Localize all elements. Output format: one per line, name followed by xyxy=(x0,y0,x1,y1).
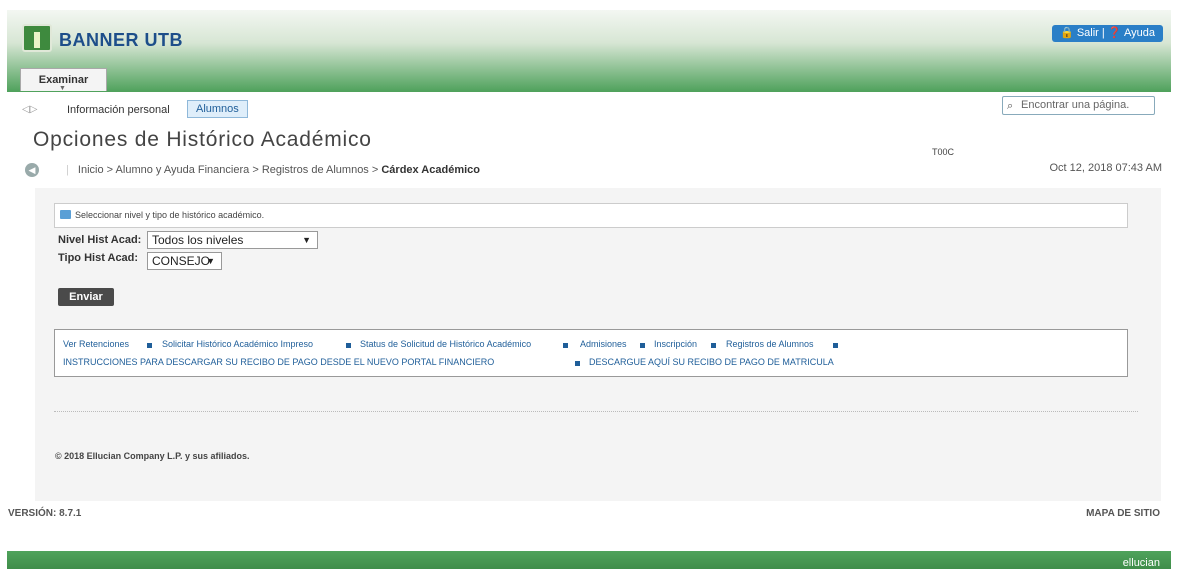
breadcrumb-inicio[interactable]: Inicio xyxy=(78,164,104,176)
user-id: T00C xyxy=(932,147,955,157)
bullet xyxy=(833,343,838,348)
bullet xyxy=(147,343,152,348)
ellucian-logo: ellucian xyxy=(1122,557,1160,569)
info-message: Seleccionar nivel y tipo de histórico ac… xyxy=(54,203,1128,228)
search-placeholder: Encontrar una página. xyxy=(1021,99,1130,111)
link-registros-alumnos[interactable]: Registros de Alumnos xyxy=(726,339,814,349)
tipo-label: Tipo Hist Acad: xyxy=(58,252,139,264)
page: BANNER UTB 🔒 Salir | ❓ Ayuda Examinar ▼ … xyxy=(0,0,1182,569)
header-bar: BANNER UTB 🔒 Salir | ❓ Ayuda Examinar ▼ xyxy=(7,10,1171,92)
nivel-label: Nivel Hist Acad: xyxy=(58,234,142,246)
content-divider xyxy=(54,411,1138,412)
bullet xyxy=(575,361,580,366)
info-icon xyxy=(60,210,71,219)
copyright: © 2018 Ellucian Company L.P. y sus afili… xyxy=(55,451,250,461)
chevron-down-icon: ▼ xyxy=(59,85,66,92)
brand-title: BANNER UTB xyxy=(59,30,183,50)
lock-icon: 🔒 xyxy=(1060,27,1074,39)
nivel-select-value: Todos los niveles xyxy=(152,233,244,247)
info-text: Seleccionar nivel y tipo de histórico ac… xyxy=(75,210,265,220)
search-icon: ⌕ xyxy=(1007,100,1014,112)
link-descargue-recibo[interactable]: DESCARGUE AQUÍ SU RECIBO DE PAGO DE MATR… xyxy=(589,357,834,367)
version: VERSIÓN: 8.7.1 xyxy=(8,508,82,519)
tipo-select-value: CONSEJO xyxy=(152,254,211,268)
link-inscripcion[interactable]: Inscripción xyxy=(654,339,697,349)
user-actions: 🔒 Salir | ❓ Ayuda xyxy=(1052,25,1163,42)
chevron-down-icon: ▼ xyxy=(206,256,215,266)
bullet xyxy=(563,343,568,348)
tab-examinar[interactable]: Examinar ▼ xyxy=(20,68,107,92)
nav-personal-info[interactable]: Información personal xyxy=(67,104,170,116)
breadcrumb-registros[interactable]: Registros de Alumnos xyxy=(262,164,369,176)
nivel-select[interactable]: Todos los niveles ▼ xyxy=(147,231,318,249)
page-title: Opciones de Histórico Académico xyxy=(33,128,372,151)
breadcrumb-current: Cárdex Académico xyxy=(381,164,480,176)
help-icon: ❓ xyxy=(1107,27,1122,39)
submit-button[interactable]: Enviar xyxy=(58,288,114,306)
logout-link[interactable]: Salir xyxy=(1077,27,1099,39)
sitemap-link[interactable]: MAPA DE SITIO xyxy=(1086,508,1160,519)
link-status-solicitud[interactable]: Status de Solicitud de Histórico Académi… xyxy=(360,339,531,349)
search-input[interactable]: ⌕ Encontrar una página. xyxy=(1002,96,1155,115)
tipo-select[interactable]: CONSEJO ▼ xyxy=(147,252,222,270)
bullet xyxy=(640,343,645,348)
breadcrumb-alumno-ayuda[interactable]: Alumno y Ayuda Financiera xyxy=(116,164,250,176)
help-link[interactable]: Ayuda xyxy=(1124,27,1155,39)
chevron-down-icon: ▼ xyxy=(302,235,311,245)
utb-logo-icon xyxy=(22,24,52,52)
back-icon[interactable]: ◀ xyxy=(25,163,39,177)
datetime: Oct 12, 2018 07:43 AM xyxy=(1049,162,1162,174)
footer-bar xyxy=(7,551,1171,569)
breadcrumb: | Inicio > Alumno y Ayuda Financiera > R… xyxy=(66,164,480,176)
bullet xyxy=(711,343,716,348)
nav-arrows-icon[interactable]: ◁▷ xyxy=(22,104,37,115)
link-instrucciones-recibo[interactable]: INSTRUCCIONES PARA DESCARGAR SU RECIBO D… xyxy=(63,357,494,367)
bullet xyxy=(346,343,351,348)
breadcrumb-divider: | xyxy=(66,164,69,176)
nav-alumnos[interactable]: Alumnos xyxy=(187,100,248,118)
related-links xyxy=(54,329,1128,377)
link-ver-retenciones[interactable]: Ver Retenciones xyxy=(63,339,129,349)
link-admisiones[interactable]: Admisiones xyxy=(580,339,627,349)
link-solicitar-historico[interactable]: Solicitar Histórico Académico Impreso xyxy=(162,339,313,349)
